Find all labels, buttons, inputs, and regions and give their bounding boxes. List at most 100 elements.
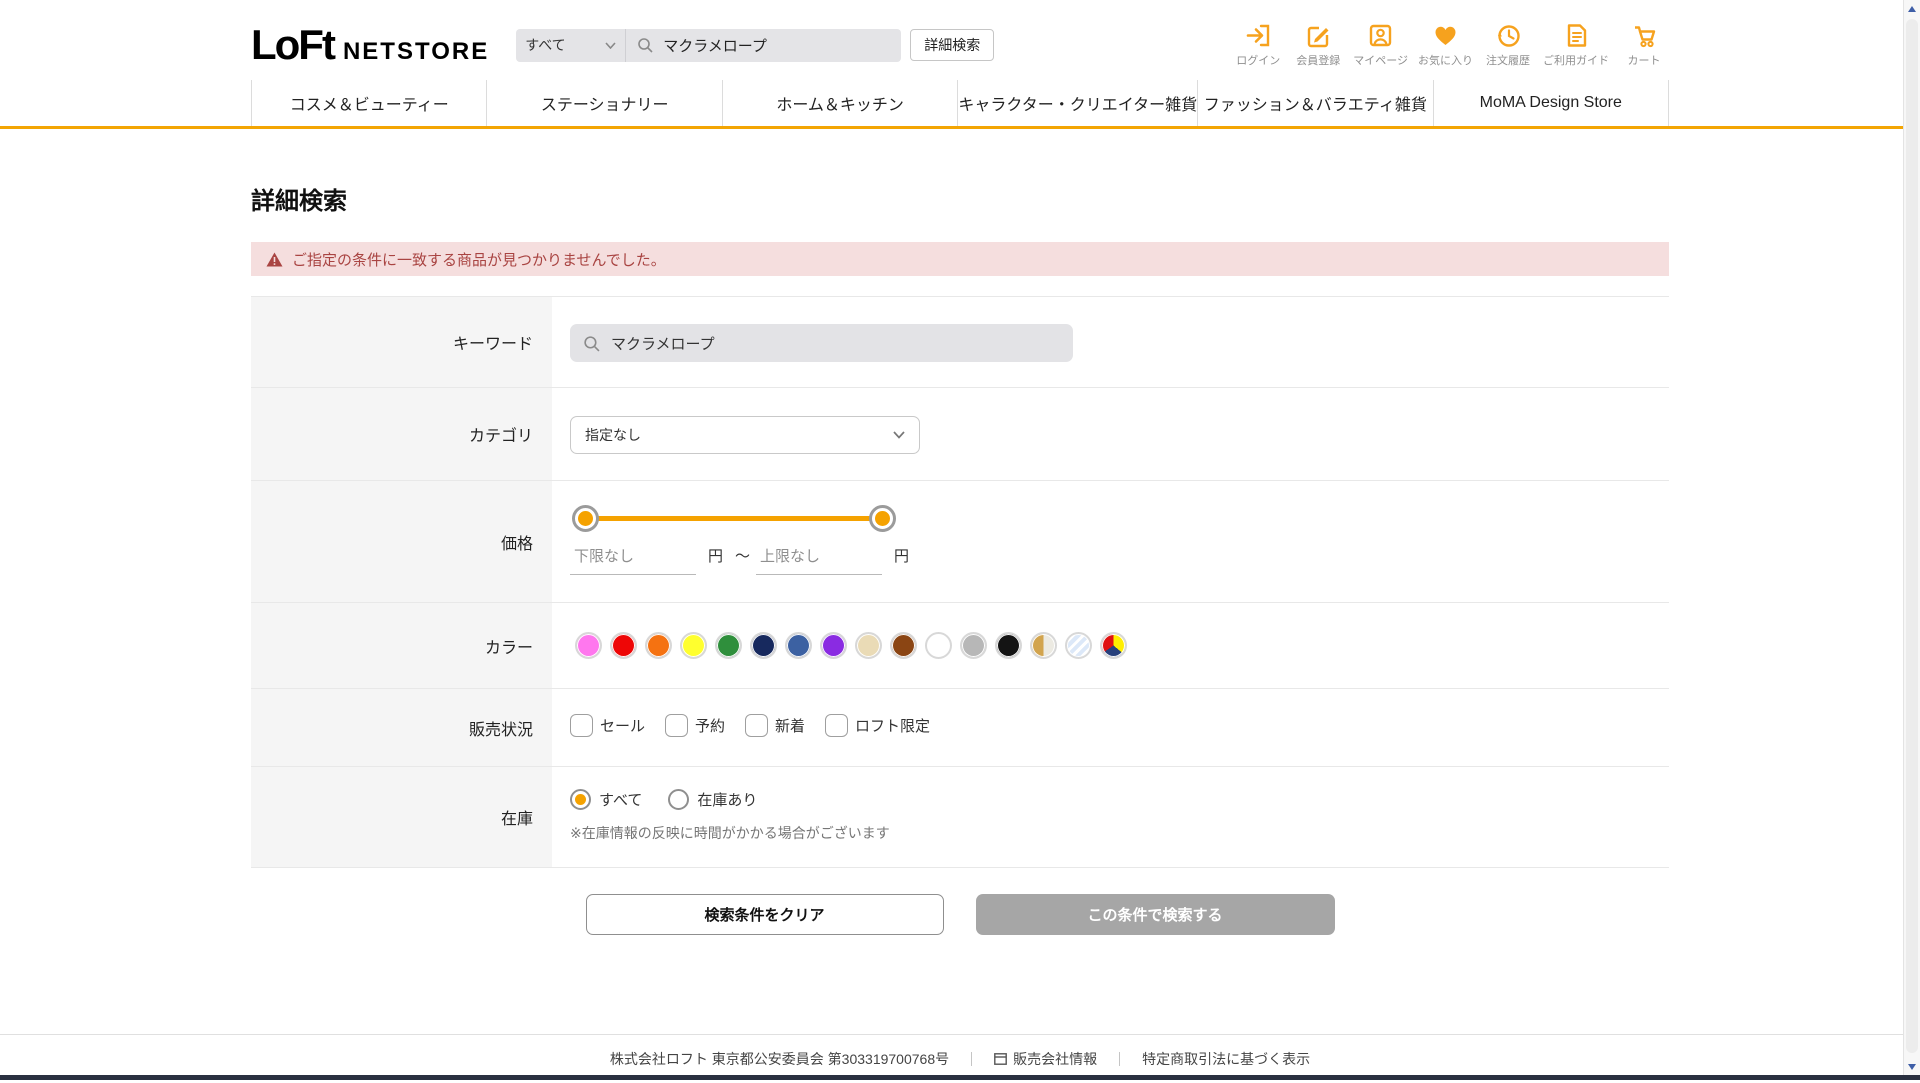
color-swatch-yellow[interactable] — [680, 632, 707, 659]
form-row-category: カテゴリ 指定なし — [251, 387, 1669, 480]
status-option-new[interactable]: 新着 — [745, 714, 805, 737]
search-category-select[interactable]: すべて — [516, 28, 627, 62]
nav-item-moma[interactable]: MoMA Design Store — [1432, 80, 1669, 126]
footer-link-company-info[interactable]: 販売会社情報 — [994, 1049, 1097, 1069]
chevron-down-icon — [605, 41, 616, 49]
brand-accent-line — [0, 126, 1920, 129]
price-slider-max-handle[interactable] — [869, 505, 896, 532]
utility-label: マイページ — [1353, 55, 1408, 67]
color-swatch-black[interactable] — [995, 632, 1022, 659]
color-swatch-blue[interactable] — [785, 632, 812, 659]
keyword-input-box — [570, 324, 1073, 362]
form-row-status: 販売状況 セール 予約 新着 ロフト限定 — [251, 688, 1669, 766]
utility-label: 会員登録 — [1296, 55, 1341, 67]
advanced-search-button[interactable]: 詳細検索 — [910, 29, 995, 61]
color-swatch-red[interactable] — [610, 632, 637, 659]
header-search-input[interactable] — [661, 35, 891, 55]
color-swatch-purple[interactable] — [820, 632, 847, 659]
scrollbar-thumb[interactable] — [1906, 19, 1918, 1053]
header-search-bar: すべて — [516, 28, 902, 62]
color-swatch-green[interactable] — [715, 632, 742, 659]
sale-checkbox-label: セール — [600, 718, 646, 735]
scrollbar-up-arrow[interactable] — [1904, 0, 1920, 17]
color-swatch-navy[interactable] — [750, 632, 777, 659]
scrollbar-down-arrow[interactable] — [1904, 1058, 1920, 1075]
new-checkbox-label: 新着 — [775, 718, 806, 735]
color-swatch-beige[interactable] — [855, 632, 882, 659]
price-slider-min-handle[interactable] — [572, 505, 599, 532]
in-stock-radio-label: 在庫あり — [697, 792, 758, 809]
sale-checkbox[interactable] — [570, 714, 593, 737]
nav-item-fashion-variety[interactable]: ファッション＆バラエティ雑貨 — [1197, 80, 1432, 126]
status-option-sale[interactable]: セール — [570, 714, 645, 737]
nav-item-stationery[interactable]: ステーショナリー — [486, 80, 721, 126]
color-swatch-brown[interactable] — [890, 632, 917, 659]
page-scrollbar[interactable] — [1903, 0, 1920, 1075]
preorder-checkbox-label: 予約 — [695, 718, 726, 735]
footer-link-tokushoho[interactable]: 特定商取引法に基づく表示 — [1142, 1049, 1310, 1069]
utility-mypage[interactable]: マイページ — [1353, 22, 1408, 68]
category-select[interactable]: 指定なし — [570, 416, 920, 454]
utility-login[interactable]: ログイン — [1233, 22, 1283, 68]
price-min-input[interactable] — [570, 544, 696, 575]
status-option-preorder[interactable]: 予約 — [665, 714, 725, 737]
form-row-price: 価格 円 ～ 円 — [251, 480, 1669, 602]
search-category-value: すべて — [525, 37, 566, 53]
category-select-value: 指定なし — [585, 427, 641, 443]
price-slider-track[interactable] — [585, 516, 883, 521]
new-checkbox[interactable] — [745, 714, 769, 737]
price-slider — [572, 505, 896, 532]
color-swatch-orange[interactable] — [645, 632, 672, 659]
logo-sub-text: NETSTORE — [342, 38, 490, 65]
advanced-search-page: 詳細検索 ご指定の条件に一致する商品が見つかりませんでした。 キーワード カテゴ… — [251, 181, 1669, 935]
status-option-loft-limited[interactable]: ロフト限定 — [825, 714, 930, 737]
stock-all-radio-label: すべて — [599, 792, 643, 809]
loft-limited-checkbox[interactable] — [825, 714, 849, 737]
footer-link-label: 販売会社情報 — [1013, 1051, 1098, 1067]
utility-label: カート — [1627, 55, 1661, 67]
color-swatch-multi[interactable] — [1100, 632, 1127, 659]
footer-divider — [1119, 1052, 1121, 1066]
favorites-icon — [1435, 26, 1456, 45]
footer-company-text: 株式会社ロフト 東京都公安委員会 第303319700768号 — [609, 1051, 950, 1067]
color-swatch-gray[interactable] — [960, 632, 987, 659]
company-info-icon — [994, 1053, 1008, 1065]
utility-cart[interactable]: カート — [1619, 22, 1669, 68]
color-label: カラー — [251, 603, 552, 688]
utility-label: ご利用ガイド — [1543, 55, 1609, 67]
color-swatch-clear[interactable] — [1065, 632, 1092, 659]
nav-item-cosmetics[interactable]: コスメ＆ビューティー — [251, 80, 486, 126]
loft-logo[interactable]: LoFt NETSTORE — [251, 24, 489, 66]
stock-option-in-stock[interactable]: 在庫あり — [668, 789, 757, 810]
stock-option-all[interactable]: すべて — [570, 789, 642, 810]
form-row-stock: 在庫 すべて 在庫あり ※在庫情報の反映に時間がかかる場合がございます — [251, 766, 1669, 867]
cart-icon — [1634, 26, 1655, 48]
utility-guide[interactable]: ご利用ガイド — [1543, 22, 1609, 68]
stock-label: 在庫 — [251, 767, 552, 867]
color-swatch-gold-silver[interactable] — [1030, 632, 1057, 659]
site-header: LoFt NETSTORE すべて 詳細検索 ログイン 会員登録 — [0, 0, 1920, 129]
color-swatch-white[interactable] — [925, 632, 952, 659]
form-row-color: カラー — [251, 602, 1669, 688]
stock-all-radio[interactable] — [570, 789, 591, 810]
color-swatch-pink[interactable] — [575, 632, 602, 659]
utility-favorites[interactable]: お気に入り — [1418, 22, 1473, 68]
in-stock-radio[interactable] — [668, 789, 690, 810]
clear-conditions-button[interactable]: 検索条件をクリア — [585, 894, 944, 935]
preorder-checkbox[interactable] — [665, 714, 689, 737]
keyword-input[interactable] — [609, 333, 1060, 353]
nav-item-character-goods[interactable]: キャラクター・クリエイター雑貨 — [957, 80, 1197, 126]
category-label: カテゴリ — [251, 388, 552, 480]
error-message: ご指定の条件に一致する商品が見つかりませんでした。 — [292, 251, 666, 269]
nav-item-home-kitchen[interactable]: ホーム＆キッチン — [721, 80, 957, 126]
price-max-input[interactable] — [756, 544, 883, 575]
utility-register[interactable]: 会員登録 — [1293, 22, 1343, 68]
search-with-conditions-button[interactable]: この条件で検索する — [975, 894, 1335, 935]
search-icon — [638, 38, 653, 53]
utility-label: 注文履歴 — [1486, 55, 1530, 67]
guide-icon — [1567, 24, 1586, 47]
utility-nav: ログイン 会員登録 マイページ お気に入り 注文履歴 ご利用ガイド カート — [1233, 22, 1669, 68]
utility-order-history[interactable]: 注文履歴 — [1483, 22, 1533, 68]
mypage-icon — [1369, 24, 1392, 47]
main-nav: コスメ＆ビューティー ステーショナリー ホーム＆キッチン キャラクター・クリエイ… — [251, 80, 1669, 126]
